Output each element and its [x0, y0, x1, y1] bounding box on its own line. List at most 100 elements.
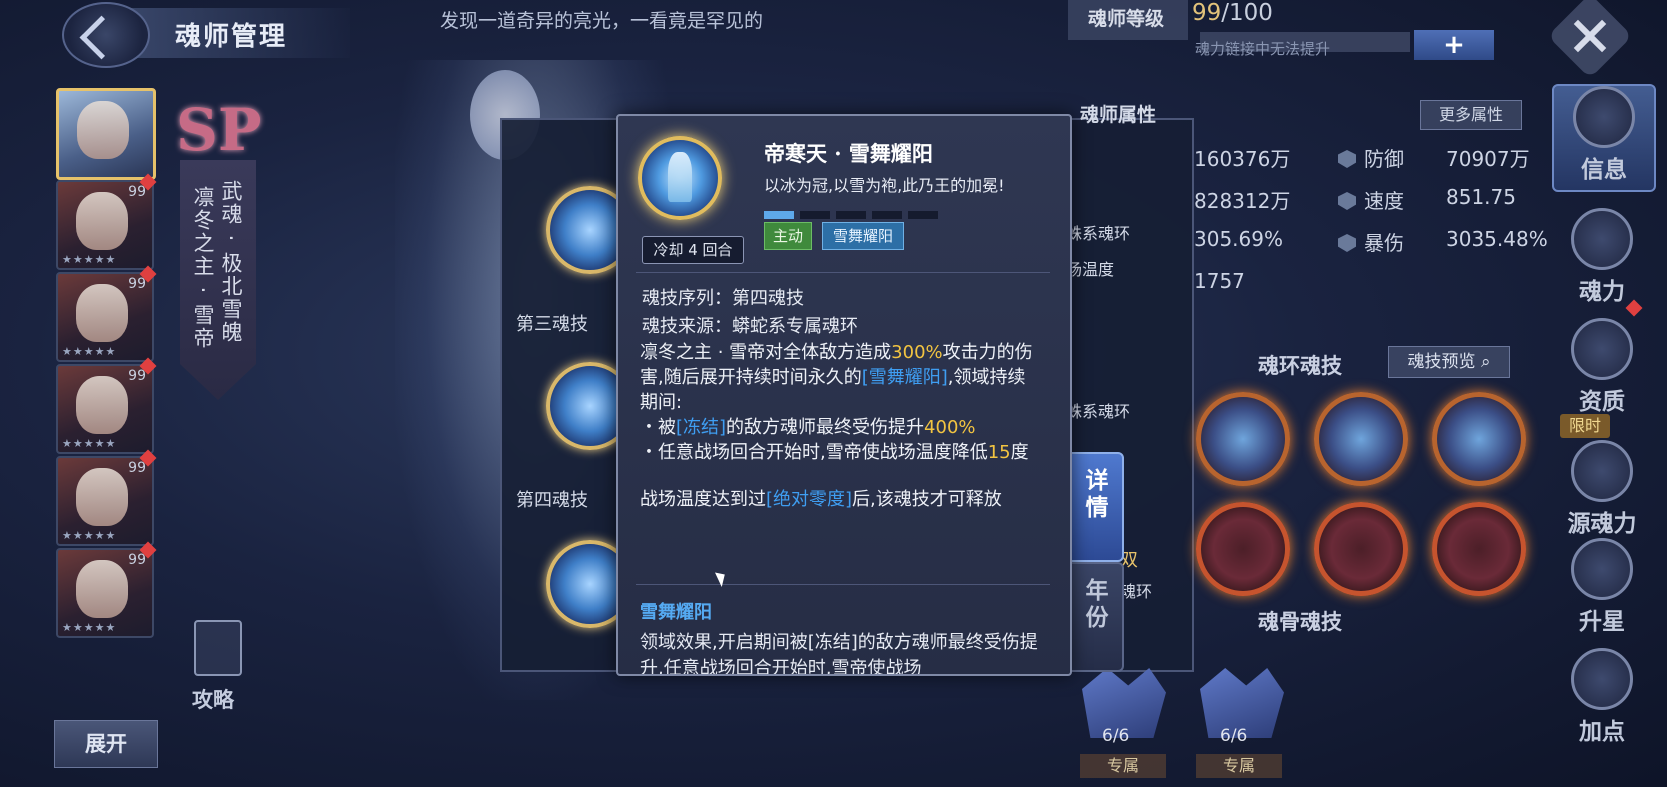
skill-detail-modal: 冷却 4 回合 帝寒天 · 雪舞耀阳 以冰为冠,以雪为袍,此乃王的加冕! 主动 …: [616, 114, 1072, 676]
keyword-link[interactable]: [雪舞耀阳]: [862, 367, 948, 388]
attr-name: 速度: [1338, 185, 1404, 214]
portrait-icon: [76, 560, 128, 618]
back-button[interactable]: [62, 2, 150, 68]
portrait-icon: [77, 101, 129, 159]
year-button[interactable]: 年份: [1064, 562, 1124, 672]
side-tab-add-points[interactable]: 加点: [1552, 648, 1652, 746]
side-tab-star-up[interactable]: 升星: [1552, 538, 1652, 636]
attr-name: 暴伤: [1338, 227, 1404, 256]
level-current: 99: [1192, 0, 1222, 26]
ring-text: 蛛系魂环: [1066, 224, 1131, 243]
star-icons: ★★★★★: [62, 621, 117, 634]
bone-count: 6/6: [1102, 726, 1130, 746]
star-up-icon: [1571, 538, 1633, 600]
level-label: 魂师等级: [1088, 8, 1165, 30]
side-tab-info[interactable]: 信息: [1552, 84, 1656, 192]
attr-value: 1757: [1194, 269, 1245, 293]
desc-bullet-2: ・任意战场回合开始时,雪帝使战场温度降低15度: [640, 442, 1029, 463]
skill-type-tag: 主动: [764, 222, 812, 250]
desc-bullet-1: ・被[冻结]的敌方魂师最终受伤提升400%: [640, 417, 976, 438]
keyword-link[interactable]: [冻结]: [676, 417, 726, 438]
skill4-label: 第四魂技: [516, 490, 588, 511]
soul-ring-icon[interactable]: [1432, 502, 1526, 596]
domain-effect-description: 领域效果,开启期间被[冻结]的敌方魂师最终受伤提升,任意战场回合开始时,雪帝使战…: [640, 632, 1038, 676]
skill-preview-button[interactable]: 魂技预览 ⌕: [1388, 346, 1510, 378]
skill-level-pip: [908, 211, 938, 219]
level-note: 魂力链接中无法提升: [1195, 40, 1331, 58]
aptitude-icon: [1571, 318, 1633, 380]
portrait-icon: [76, 376, 128, 434]
speed-icon: [1338, 192, 1356, 210]
attributes-label: 魂师属性: [1080, 104, 1157, 126]
portrait-icon: [76, 192, 128, 250]
side-tab-source-soul[interactable]: 源魂力: [1552, 440, 1652, 538]
hero-name-banner: 武魂 · 极北雪魄 凛冬之主 · 雪帝: [180, 160, 256, 400]
skill-emblem-icon: [638, 136, 722, 220]
skill-order: 魂技序列：第四魂技: [642, 288, 804, 309]
skill-level-pips: [764, 204, 944, 223]
roster-card[interactable]: 99 ★★★★★: [56, 272, 154, 362]
portrait-icon: [76, 284, 128, 342]
divider: [636, 584, 1050, 585]
attr-value: 851.75: [1446, 185, 1516, 209]
soul-ring-icon[interactable]: [1314, 502, 1408, 596]
guide-book-icon[interactable]: [194, 620, 242, 676]
desc-paragraph-1: 凛冬之主 · 雪帝对全体敌方造成300%攻击力的伤害,随后展开持续时间永久的[雪…: [640, 342, 1033, 413]
page-title: 魂师管理: [175, 22, 288, 52]
level-plus-button[interactable]: +: [1414, 30, 1494, 60]
star-icons: ★★★★★: [62, 529, 117, 542]
skill-subtitle: 以冰为冠,以雪为袍,此乃王的加冕!: [764, 176, 1005, 195]
attr-name: 防御: [1338, 143, 1404, 172]
soul-ring-icon[interactable]: [1196, 392, 1290, 486]
defense-icon: [1338, 150, 1356, 168]
skill-title: 帝寒天 · 雪舞耀阳: [764, 141, 933, 166]
ring-text: 场温度: [1066, 260, 1115, 279]
source-soul-icon: [1571, 440, 1633, 502]
soul-ring-icon[interactable]: [1314, 392, 1408, 486]
star-icons: ★★★★★: [62, 437, 117, 450]
ring-text: 蛛系魂环: [1066, 402, 1131, 421]
guide-label[interactable]: 攻略: [192, 684, 234, 714]
portrait-icon: [76, 468, 128, 526]
divider: [636, 272, 1050, 273]
roster-card[interactable]: 99 ★★★★★: [56, 180, 154, 270]
attr-value: 70907万: [1446, 147, 1530, 171]
bone-count: 6/6: [1220, 726, 1248, 746]
skill-name-tag[interactable]: 雪舞耀阳: [822, 222, 904, 250]
roster-card-selected[interactable]: [56, 88, 156, 180]
domain-effect-title: 雪舞耀阳: [640, 602, 712, 623]
close-icon[interactable]: [1547, 0, 1633, 79]
soul-ring-skills-title: 魂环魂技: [1258, 354, 1342, 378]
attr-value: 160376万: [1194, 147, 1291, 171]
hero-name-text: 凛冬之主 · 雪帝: [191, 186, 215, 351]
level-max: /100: [1221, 0, 1273, 26]
detail-button[interactable]: 详情: [1064, 452, 1124, 562]
skill-description: 凛冬之主 · 雪帝对全体敌方造成300%攻击力的伤害,随后展开持续时间永久的[雪…: [640, 340, 1040, 512]
side-tab-aptitude[interactable]: 资质: [1552, 318, 1652, 416]
cooldown-badge: 冷却 4 回合: [642, 236, 744, 264]
roster-card[interactable]: 99 ★★★★★: [56, 364, 154, 454]
keyword-link[interactable]: [绝对零度]: [766, 489, 852, 510]
bone-tag: 专属: [1196, 754, 1282, 778]
search-icon: ⌕: [1480, 352, 1491, 372]
desc-paragraph-2: 战场温度达到过[绝对零度]后,该魂技才可释放: [640, 489, 1002, 510]
sp-emblem: SP: [176, 96, 262, 164]
bone-tag: 专属: [1080, 754, 1166, 778]
attr-value: 305.69%: [1194, 227, 1283, 251]
roster-card[interactable]: 99 ★★★★★: [56, 548, 154, 638]
skill-level-pip: [872, 211, 902, 219]
attr-value: 828312万: [1194, 189, 1291, 213]
skill-level-pip: [836, 211, 866, 219]
skill-source: 魂技来源：蟒蛇系专属魂环: [642, 316, 858, 337]
more-attributes-button[interactable]: 更多属性: [1420, 100, 1522, 130]
star-icons: ★★★★★: [62, 345, 117, 358]
crit-damage-icon: [1338, 234, 1356, 252]
expand-button[interactable]: 展开: [54, 720, 158, 768]
soul-ring-icon[interactable]: [1432, 392, 1526, 486]
soul-ring-icon[interactable]: [1196, 502, 1290, 596]
info-icon: [1573, 86, 1635, 148]
level-value: 99/100: [1192, 0, 1273, 26]
side-tab-soul-power[interactable]: 魂力: [1552, 208, 1652, 306]
roster-card[interactable]: 99 ★★★★★: [56, 456, 154, 546]
martial-soul-text: 武魂 · 极北雪魄: [219, 180, 243, 345]
